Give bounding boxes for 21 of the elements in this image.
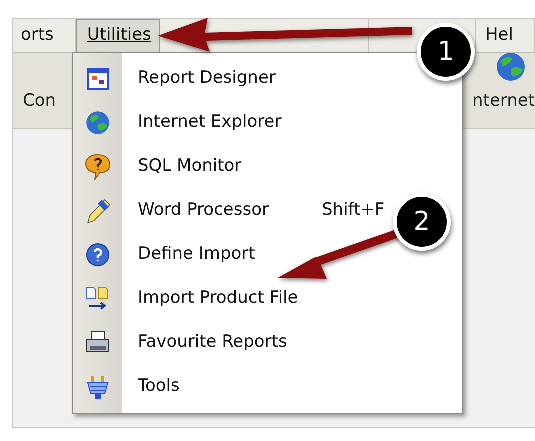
menu-item[interactable]: Utilities — [76, 19, 160, 52]
menu-option[interactable]: Favourite Reports — [138, 330, 308, 356]
menu-option[interactable]: Word Processor — [138, 198, 308, 224]
question-bubble-icon — [84, 153, 110, 181]
menu-option[interactable]: Internet Explorer — [138, 110, 308, 136]
plug-icon — [84, 374, 110, 400]
pen-icon — [84, 198, 110, 224]
globe-icon — [84, 110, 110, 136]
menu-option[interactable]: SQL Monitor — [138, 154, 308, 180]
window-icon — [86, 67, 110, 91]
files-arrow-icon — [84, 286, 110, 312]
help-icon — [86, 243, 110, 267]
menu-item[interactable]: Hel — [476, 19, 535, 52]
toolbar-label[interactable]: Con — [23, 88, 56, 114]
shortcut-label: Shift+F — [322, 199, 385, 222]
menu-option[interactable]: Define Import — [138, 242, 308, 268]
menu-option[interactable]: Tools — [138, 374, 308, 400]
menu-option[interactable]: Import Product File — [138, 286, 308, 312]
globe-icon[interactable] — [495, 50, 527, 82]
toolbar-label[interactable]: nternet — [472, 88, 535, 114]
menu-option[interactable]: Report Designer — [138, 66, 308, 92]
